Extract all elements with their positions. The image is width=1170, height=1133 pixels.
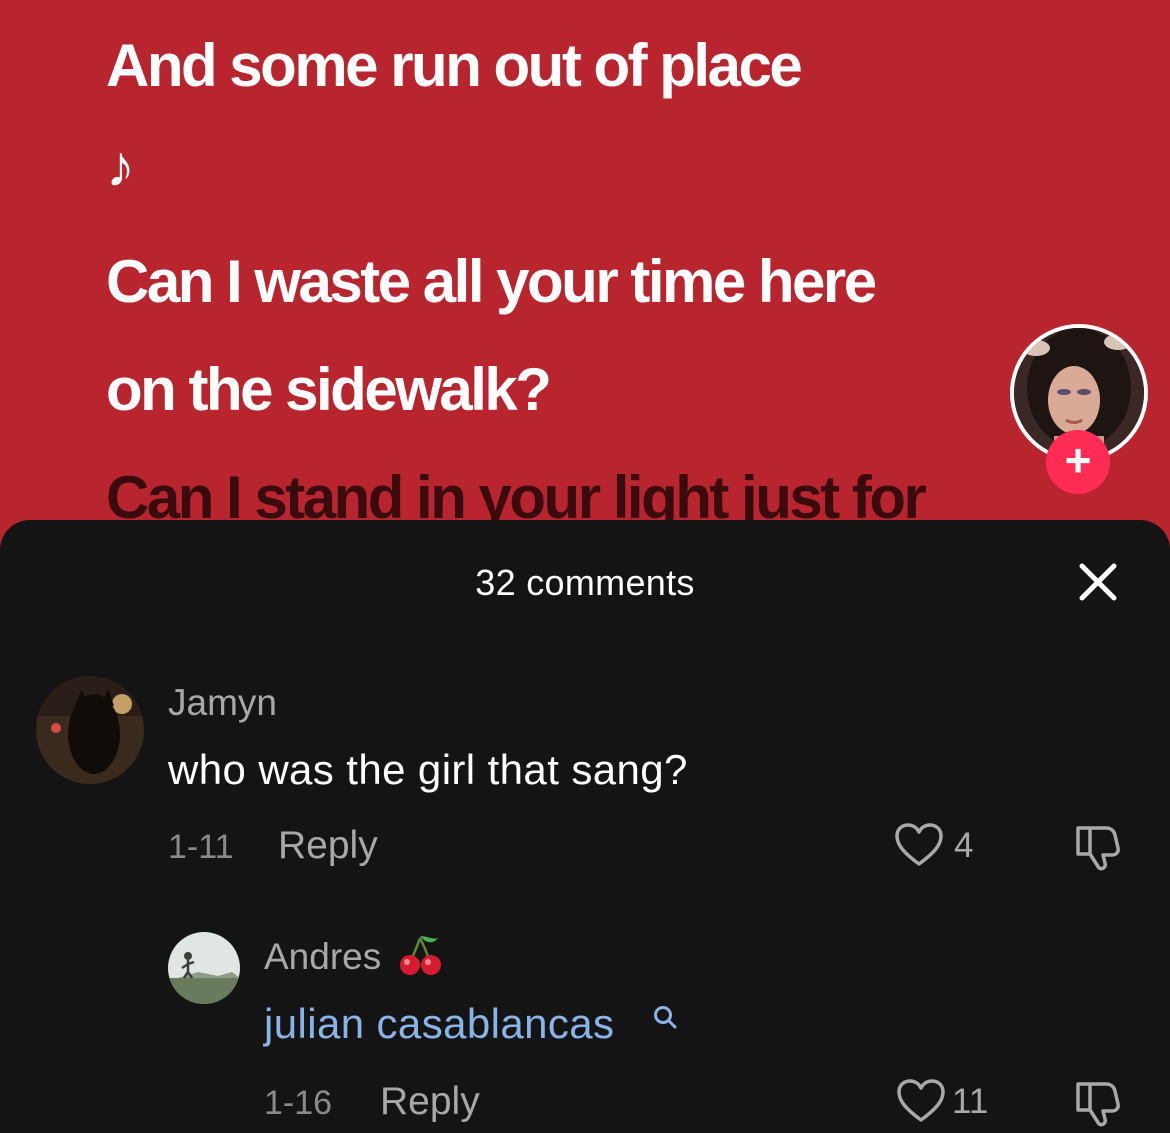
reply-text-search-link[interactable]: julian casablancas: [264, 1000, 614, 1048]
lyric-line-1: And some run out of place: [106, 32, 803, 99]
reply-username[interactable]: Andres: [264, 936, 381, 978]
reply-button[interactable]: Reply: [278, 824, 378, 868]
avatar-jamyn[interactable]: [36, 676, 144, 784]
cherry-icon: [400, 936, 441, 975]
like-count: 4: [954, 826, 974, 865]
comments-panel: 32 comments Jamyn who was the girl that …: [0, 520, 1170, 1133]
video-player[interactable]: And some run out of place ♪ Can I waste …: [0, 0, 1170, 560]
follow-button[interactable]: +: [1046, 430, 1110, 494]
reply-button[interactable]: Reply: [380, 1080, 480, 1124]
avatar-andres-image: [168, 932, 240, 1004]
avatar-andres[interactable]: [168, 932, 240, 1004]
heart-icon[interactable]: [896, 1078, 946, 1124]
comment-text: who was the girl that sang?: [168, 746, 688, 793]
search-icon[interactable]: [652, 1004, 678, 1030]
lyric-line-4: Can I stand in your light just for: [106, 464, 927, 531]
close-icon[interactable]: [1074, 558, 1122, 606]
avatar-jamyn-image: [36, 676, 144, 784]
lyric-line-3: on the sidewalk?: [106, 356, 552, 423]
music-note-lyric: ♪: [106, 134, 135, 199]
comment-username[interactable]: Jamyn: [168, 682, 277, 724]
heart-icon[interactable]: [894, 822, 944, 868]
like-count: 11: [952, 1082, 989, 1121]
dislike-icon[interactable]: [1072, 1076, 1124, 1128]
dislike-icon[interactable]: [1072, 820, 1124, 872]
lyric-line-2: Can I waste all your time here: [106, 248, 877, 315]
comment-date: 1-11: [168, 828, 234, 866]
comments-count-title: 32 comments: [475, 562, 695, 603]
reply-date: 1-16: [264, 1084, 333, 1122]
